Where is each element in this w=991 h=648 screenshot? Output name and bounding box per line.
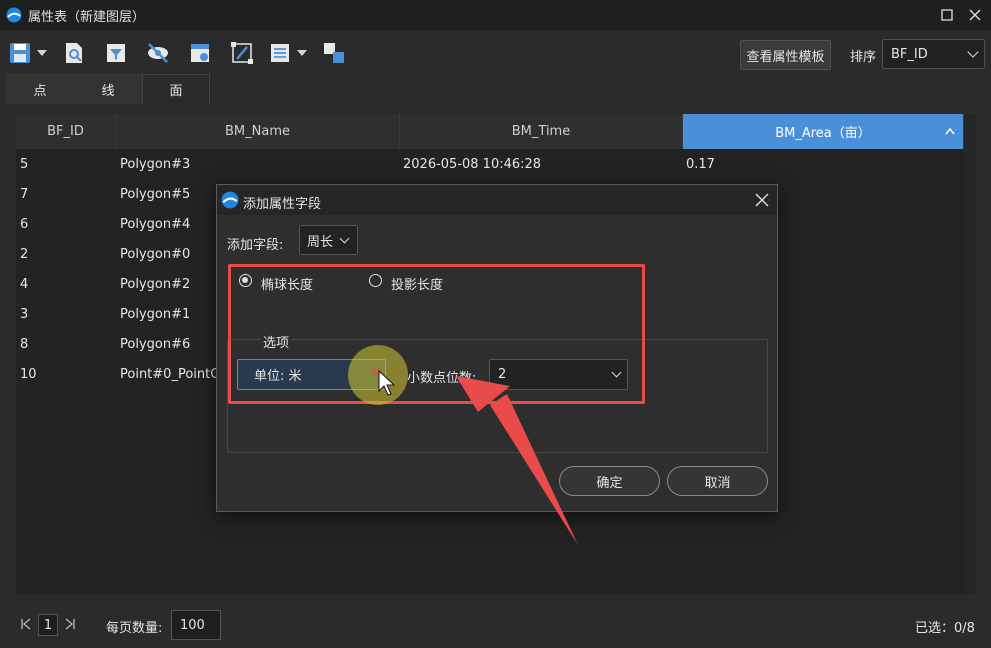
toolbar xyxy=(0,30,991,76)
table-cell: Polygon#3 xyxy=(120,156,191,172)
per-page-input[interactable]: 100 xyxy=(171,610,221,640)
field-calculator-icon[interactable] xyxy=(188,41,212,65)
table-cell: Polygon#4 xyxy=(120,216,191,232)
maximize-button[interactable] xyxy=(937,5,957,25)
table-cell: Polygon#1 xyxy=(120,306,191,322)
table-cell: 7 xyxy=(20,186,29,202)
chevron-down-icon xyxy=(339,233,350,244)
current-page[interactable]: 1 xyxy=(38,614,58,636)
column-header-bm-area[interactable]: BM_Area（亩） xyxy=(683,114,964,149)
last-page-icon[interactable] xyxy=(64,618,76,630)
column-header-bm-name[interactable]: BM_Name xyxy=(116,114,400,149)
add-field-value: 周长 xyxy=(307,234,334,250)
column-header-bf-id[interactable]: BF_ID xyxy=(16,114,116,149)
tab-point[interactable]: 点 xyxy=(6,74,74,104)
app-logo-icon xyxy=(221,191,239,209)
window-titlebar: 属性表（新建图层） xyxy=(0,0,991,30)
save-menu-caret-icon[interactable] xyxy=(37,50,47,56)
table-cell: 3 xyxy=(20,306,29,322)
geometry-tabs: 点 线 面 xyxy=(6,74,210,104)
sort-select[interactable]: BF_ID xyxy=(882,39,985,69)
table-header: BF_ID BM_Name BM_Time BM_Area（亩） xyxy=(16,114,976,149)
table-cell: Polygon#0 xyxy=(120,246,191,262)
table-cell: Polygon#5 xyxy=(120,186,191,202)
cursor-highlight xyxy=(348,345,408,405)
table-cell: 4 xyxy=(20,276,29,292)
switch-view-icon[interactable] xyxy=(322,41,346,65)
add-field-select[interactable]: 周长 xyxy=(299,225,358,255)
table-cell: 2 xyxy=(20,246,29,262)
table-cell: 8 xyxy=(20,336,29,352)
table-cell: Polygon#2 xyxy=(120,276,191,292)
table-options-icon[interactable] xyxy=(268,41,292,65)
view-attribute-template-button[interactable]: 查看属性模板 xyxy=(740,40,831,70)
table-cell: Point#0_PointG xyxy=(120,366,221,382)
first-page-icon[interactable] xyxy=(20,618,32,630)
sort-select-value: BF_ID xyxy=(891,46,928,62)
table-cell: Polygon#6 xyxy=(120,336,191,352)
filter-icon[interactable] xyxy=(104,41,128,65)
edit-geometry-icon[interactable] xyxy=(230,41,254,65)
table-cell: 2026-05-08 10:46:28 xyxy=(403,156,542,172)
table-cell: 0.17 xyxy=(686,156,715,172)
ok-button[interactable]: 确定 xyxy=(559,466,660,496)
table-cell: 5 xyxy=(20,156,29,172)
annotation-highlight-box xyxy=(228,264,645,404)
window-title: 属性表（新建图层） xyxy=(28,9,146,25)
chevron-down-icon xyxy=(967,46,979,58)
dialog-title: 添加属性字段 xyxy=(243,197,322,212)
dialog-titlebar: 添加属性字段 xyxy=(217,185,777,215)
sort-ascending-icon xyxy=(945,127,955,135)
table-row[interactable]: 5 Polygon#3 2026-05-08 10:46:28 0.17 xyxy=(16,149,976,179)
table-cell: 10 xyxy=(20,366,37,382)
close-icon xyxy=(969,9,981,21)
zoom-to-feature-icon[interactable] xyxy=(62,41,86,65)
app-logo-icon xyxy=(6,7,22,23)
table-options-caret-icon[interactable] xyxy=(297,50,307,56)
maximize-icon xyxy=(941,9,953,21)
per-page-label: 每页数量: xyxy=(106,621,163,636)
tab-polygon[interactable]: 面 xyxy=(142,74,210,104)
tab-line[interactable]: 线 xyxy=(74,74,142,104)
column-header-bm-time[interactable]: BM_Time xyxy=(400,114,683,149)
table-cell: 6 xyxy=(20,216,29,232)
column-header-bm-area-label: BM_Area（亩） xyxy=(775,126,871,141)
hide-icon[interactable] xyxy=(146,41,170,65)
close-window-button[interactable] xyxy=(965,5,985,25)
selected-count: 已选：0/8 xyxy=(915,621,975,636)
dialog-close-icon[interactable] xyxy=(753,191,771,209)
save-icon[interactable] xyxy=(8,41,32,65)
add-field-label: 添加字段: xyxy=(227,238,284,253)
table-scrollbar[interactable] xyxy=(964,114,976,594)
sort-label: 排序 xyxy=(850,50,877,65)
cancel-button[interactable]: 取消 xyxy=(667,466,768,496)
